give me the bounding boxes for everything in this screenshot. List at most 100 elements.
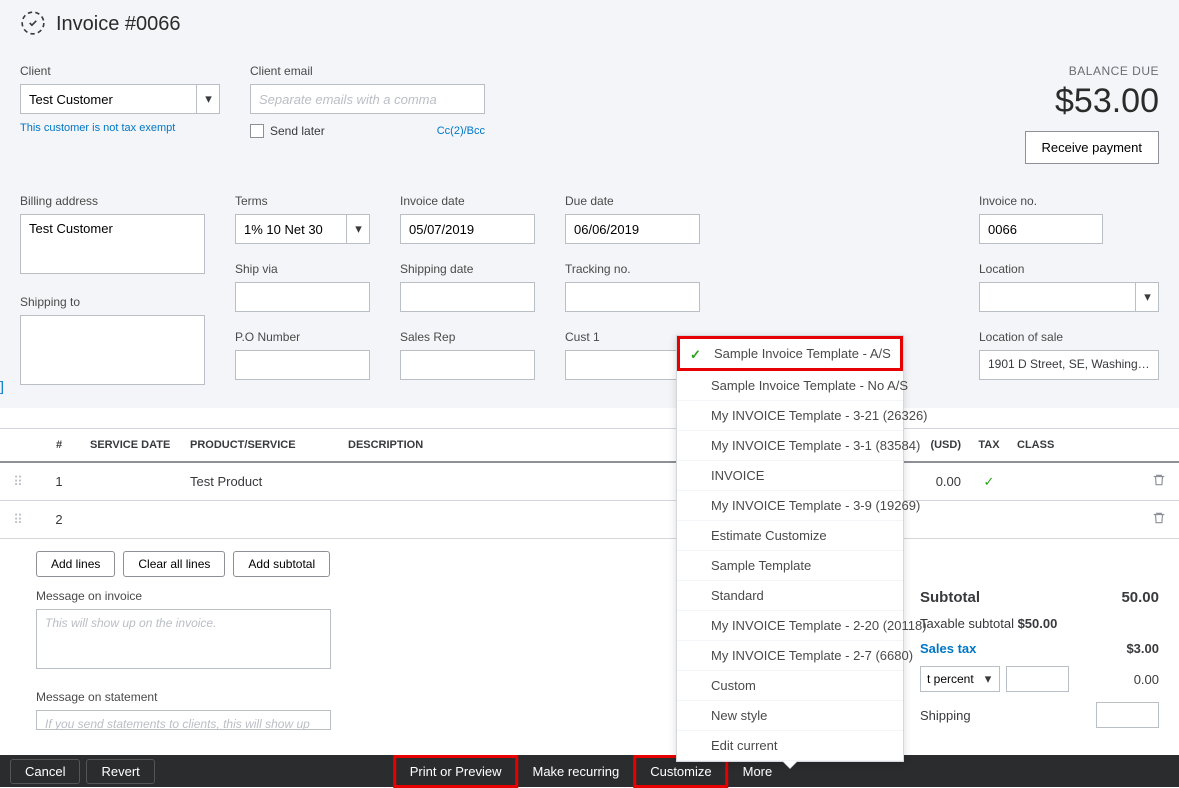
- template-option-label: My INVOICE Template - 2-7 (6680): [711, 648, 913, 663]
- message-statement-input[interactable]: [36, 710, 331, 730]
- template-option[interactable]: Estimate Customize: [677, 521, 903, 551]
- row-service-date[interactable]: [82, 501, 182, 539]
- template-option[interactable]: Sample Invoice Template - No A/S: [677, 371, 903, 401]
- drag-handle-icon[interactable]: ⠿: [0, 501, 36, 539]
- row-delete[interactable]: [1139, 462, 1179, 501]
- customize-template-menu: ✓Sample Invoice Template - A/SSample Inv…: [676, 335, 904, 762]
- template-option[interactable]: My INVOICE Template - 2-20 (20118): [677, 611, 903, 641]
- col-tax: TAX: [969, 429, 1009, 463]
- bottom-toolbar: Cancel Revert Print or Preview Make recu…: [0, 755, 1179, 787]
- due-date-input[interactable]: [565, 214, 700, 244]
- shipping-input[interactable]: [1096, 702, 1159, 728]
- template-option[interactable]: INVOICE: [677, 461, 903, 491]
- row-tax-check[interactable]: ✓: [969, 462, 1009, 501]
- shipping-to-input[interactable]: [20, 315, 205, 385]
- due-date-label: Due date: [565, 194, 700, 208]
- template-option[interactable]: Sample Template: [677, 551, 903, 581]
- po-number-input[interactable]: [235, 350, 370, 380]
- subtotal-label: Subtotal: [920, 589, 980, 606]
- template-option-label: Edit current: [711, 738, 777, 753]
- location-of-sale-label: Location of sale: [979, 330, 1159, 344]
- shipping-date-label: Shipping date: [400, 262, 535, 276]
- send-later-label: Send later: [270, 124, 325, 138]
- invoice-date-label: Invoice date: [400, 194, 535, 208]
- sales-tax-link[interactable]: Sales tax: [920, 641, 976, 656]
- location-label: Location: [979, 262, 1159, 276]
- template-option-label: Sample Invoice Template - A/S: [714, 346, 891, 361]
- row-product[interactable]: [182, 501, 340, 539]
- template-option[interactable]: New style: [677, 701, 903, 731]
- invoice-date-input[interactable]: [400, 214, 535, 244]
- send-later-checkbox[interactable]: Send later: [250, 124, 325, 138]
- template-option[interactable]: My INVOICE Template - 3-9 (19269): [677, 491, 903, 521]
- billing-address-label: Billing address: [20, 194, 205, 208]
- clear-all-lines-button[interactable]: Clear all lines: [123, 551, 225, 577]
- discount-value: 0.00: [1099, 672, 1159, 687]
- row-tax-check[interactable]: [969, 501, 1009, 539]
- cancel-button[interactable]: Cancel: [10, 759, 80, 784]
- template-option[interactable]: Standard: [677, 581, 903, 611]
- left-edge-marker-icon: ]: [0, 378, 4, 394]
- invoice-no-label: Invoice no.: [979, 194, 1159, 208]
- col-class: CLASS: [1009, 429, 1139, 463]
- template-option-label: My INVOICE Template - 3-9 (19269): [711, 498, 920, 513]
- add-lines-button[interactable]: Add lines: [36, 551, 115, 577]
- template-option-label: Sample Template: [711, 558, 811, 573]
- template-option[interactable]: My INVOICE Template - 2-7 (6680): [677, 641, 903, 671]
- template-option[interactable]: My INVOICE Template - 3-1 (83584): [677, 431, 903, 461]
- client-email-input[interactable]: [250, 84, 485, 114]
- discount-percent-input[interactable]: [1006, 666, 1069, 692]
- row-class[interactable]: [1009, 462, 1139, 501]
- receive-payment-button[interactable]: Receive payment: [1025, 131, 1159, 164]
- ship-via-label: Ship via: [235, 262, 370, 276]
- location-of-sale-value[interactable]: 1901 D Street, SE, Washington, W.: [979, 350, 1159, 380]
- print-preview-button[interactable]: Print or Preview: [393, 755, 519, 788]
- shipping-label: Shipping: [920, 708, 971, 723]
- row-amount[interactable]: 0.00: [919, 462, 969, 501]
- template-option[interactable]: Custom: [677, 671, 903, 701]
- message-invoice-input[interactable]: [36, 609, 331, 669]
- row-product[interactable]: Test Product: [182, 462, 340, 501]
- row-class[interactable]: [1009, 501, 1139, 539]
- billing-address-input[interactable]: Test Customer: [20, 214, 205, 274]
- col-product: PRODUCT/SERVICE: [182, 429, 340, 463]
- template-option-label: INVOICE: [711, 468, 764, 483]
- table-row[interactable]: ⠿1 Test Product 0.00✓: [0, 462, 1179, 501]
- popup-tail-icon: [782, 761, 798, 769]
- balance-amount: $53.00: [1025, 82, 1159, 121]
- tracking-no-input[interactable]: [565, 282, 700, 312]
- ship-via-input[interactable]: [235, 282, 370, 312]
- taxable-subtotal-label: Taxable subtotal $50.00: [920, 616, 1057, 631]
- client-select[interactable]: [20, 84, 220, 114]
- message-statement-label: Message on statement: [36, 690, 331, 704]
- table-row[interactable]: ⠿2: [0, 501, 1179, 539]
- tax-exempt-note[interactable]: This customer is not tax exempt: [20, 122, 220, 134]
- sales-rep-input[interactable]: [400, 350, 535, 380]
- page-title: Invoice #0066: [56, 13, 181, 36]
- terms-select[interactable]: [235, 214, 370, 244]
- drag-handle-icon[interactable]: ⠿: [0, 462, 36, 501]
- template-option-label: New style: [711, 708, 767, 723]
- template-option[interactable]: Edit current: [677, 731, 903, 761]
- sales-tax-value: $3.00: [1099, 641, 1159, 656]
- make-recurring-button[interactable]: Make recurring: [519, 755, 634, 788]
- template-option[interactable]: ✓Sample Invoice Template - A/S: [677, 336, 903, 371]
- row-delete[interactable]: [1139, 501, 1179, 539]
- cc-bcc-link[interactable]: Cc(2)/Bcc: [437, 125, 485, 137]
- row-num: 1: [36, 462, 82, 501]
- template-option-label: My INVOICE Template - 2-20 (20118): [711, 618, 927, 633]
- template-option-label: Custom: [711, 678, 756, 693]
- template-option[interactable]: My INVOICE Template - 3-21 (26326): [677, 401, 903, 431]
- checkbox-icon[interactable]: [250, 124, 264, 138]
- template-option-label: Estimate Customize: [711, 528, 827, 543]
- add-subtotal-button[interactable]: Add subtotal: [233, 551, 330, 577]
- invoice-icon: [20, 10, 46, 39]
- location-select[interactable]: [979, 282, 1159, 312]
- discount-type-select[interactable]: [920, 666, 1000, 692]
- subtotal-value: 50.00: [1099, 589, 1159, 606]
- revert-button[interactable]: Revert: [86, 759, 154, 784]
- shipping-date-input[interactable]: [400, 282, 535, 312]
- row-service-date[interactable]: [82, 462, 182, 501]
- invoice-no-input[interactable]: [979, 214, 1103, 244]
- row-amount[interactable]: [919, 501, 969, 539]
